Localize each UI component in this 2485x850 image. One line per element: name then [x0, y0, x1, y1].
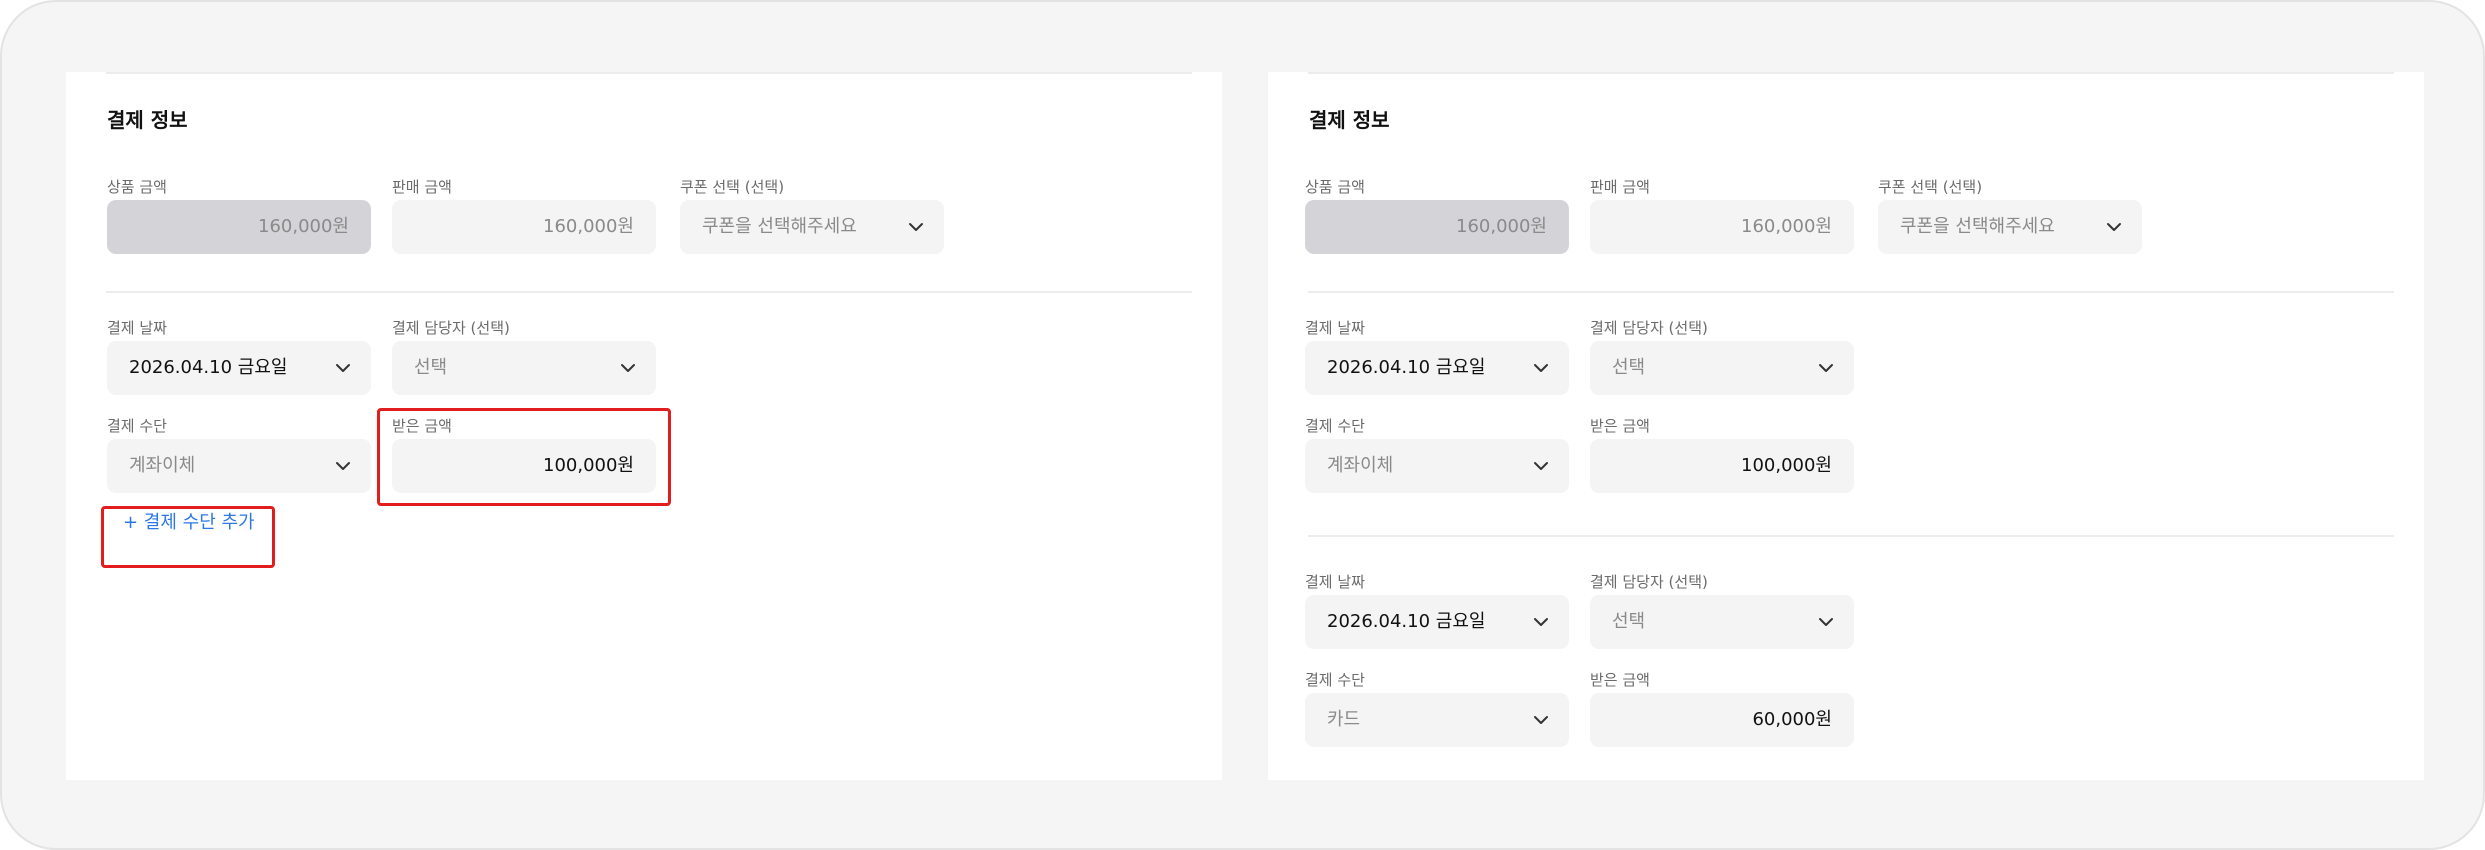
- field-label: 결제 담당자 (선택): [392, 319, 510, 337]
- payment-method-select[interactable]: 계좌이체: [107, 439, 371, 493]
- divider: [1308, 535, 2394, 537]
- field-value: 카드: [1327, 709, 1361, 730]
- field-value: 계좌이체: [129, 455, 196, 476]
- payment-date-select[interactable]: 2026.04.10 금요일: [1305, 595, 1569, 649]
- chevron-down-icon: [1818, 360, 1834, 376]
- field-value: 2026.04.10 금요일: [1327, 357, 1486, 378]
- product-amount-input: 160,000원: [107, 200, 371, 254]
- product-amount-input: 160,000원: [1305, 200, 1569, 254]
- field-label: 결제 수단: [107, 417, 167, 435]
- section-title: 결제 정보: [1309, 108, 1390, 132]
- field-placeholder: 쿠폰을 선택해주세요: [1900, 216, 2055, 237]
- field-value: 160,000원: [1456, 216, 1547, 237]
- field-placeholder: 쿠폰을 선택해주세요: [702, 216, 857, 237]
- chevron-down-icon: [1818, 614, 1834, 630]
- payment-info-panel-after: 결제 정보 상품 금액 160,000원 판매 금액 160,000원 쿠폰 선…: [1268, 72, 2424, 780]
- chevron-down-icon: [620, 360, 636, 376]
- field-label: 판매 금액: [392, 178, 452, 196]
- received-amount-input[interactable]: 100,000원: [1590, 439, 1854, 493]
- section-title: 결제 정보: [107, 108, 188, 132]
- field-label: 결제 담당자 (선택): [1590, 573, 1708, 591]
- field-value: 선택: [1612, 611, 1646, 632]
- sale-amount-input[interactable]: 160,000원: [1590, 200, 1854, 254]
- field-label: 결제 날짜: [1305, 573, 1365, 591]
- coupon-select[interactable]: 쿠폰을 선택해주세요: [680, 200, 944, 254]
- field-value: 계좌이체: [1327, 455, 1394, 476]
- field-label: 판매 금액: [1590, 178, 1650, 196]
- received-amount-input[interactable]: 60,000원: [1590, 693, 1854, 747]
- field-value: 160,000원: [1741, 216, 1832, 237]
- chevron-down-icon: [335, 458, 351, 474]
- payment-manager-select[interactable]: 선택: [1590, 595, 1854, 649]
- chevron-down-icon: [2106, 219, 2122, 235]
- divider: [1308, 291, 2394, 293]
- payment-method-select[interactable]: 계좌이체: [1305, 439, 1569, 493]
- divider: [106, 291, 1192, 293]
- field-label: 받은 금액: [1590, 671, 1650, 689]
- payment-info-panel-before: 결제 정보 상품 금액 160,000원 판매 금액 160,000원 쿠폰 선…: [66, 72, 1222, 780]
- field-label: 결제 수단: [1305, 417, 1365, 435]
- field-value: 2026.04.10 금요일: [1327, 611, 1486, 632]
- add-payment-method-button[interactable]: + 결제 수단 추가: [123, 508, 255, 534]
- field-label: 결제 담당자 (선택): [1590, 319, 1708, 337]
- payment-date-select[interactable]: 2026.04.10 금요일: [1305, 341, 1569, 395]
- field-label: 결제 날짜: [107, 319, 167, 337]
- field-value: 160,000원: [258, 216, 349, 237]
- field-value: 선택: [1612, 357, 1646, 378]
- divider: [1308, 72, 2394, 74]
- screen-frame: 결제 정보 상품 금액 160,000원 판매 금액 160,000원 쿠폰 선…: [0, 0, 2485, 850]
- chevron-down-icon: [908, 219, 924, 235]
- field-label: 받은 금액: [1590, 417, 1650, 435]
- payment-manager-select[interactable]: 선택: [392, 341, 656, 395]
- coupon-select[interactable]: 쿠폰을 선택해주세요: [1878, 200, 2142, 254]
- field-value: 60,000원: [1752, 709, 1832, 730]
- field-label: 상품 금액: [1305, 178, 1365, 196]
- highlight-box: [377, 408, 671, 506]
- chevron-down-icon: [1533, 360, 1549, 376]
- field-value: 100,000원: [1741, 455, 1832, 476]
- field-value: 160,000원: [543, 216, 634, 237]
- field-label: 쿠폰 선택 (선택): [1878, 178, 1983, 196]
- payment-manager-select[interactable]: 선택: [1590, 341, 1854, 395]
- field-value: 2026.04.10 금요일: [129, 357, 288, 378]
- chevron-down-icon: [1533, 458, 1549, 474]
- field-label: 결제 수단: [1305, 671, 1365, 689]
- chevron-down-icon: [1533, 712, 1549, 728]
- field-label: 쿠폰 선택 (선택): [680, 178, 785, 196]
- field-value: 선택: [414, 357, 448, 378]
- field-label: 상품 금액: [107, 178, 167, 196]
- sale-amount-input[interactable]: 160,000원: [392, 200, 656, 254]
- payment-method-select[interactable]: 카드: [1305, 693, 1569, 747]
- chevron-down-icon: [335, 360, 351, 376]
- chevron-down-icon: [1533, 614, 1549, 630]
- divider: [106, 72, 1192, 74]
- field-label: 결제 날짜: [1305, 319, 1365, 337]
- payment-date-select[interactable]: 2026.04.10 금요일: [107, 341, 371, 395]
